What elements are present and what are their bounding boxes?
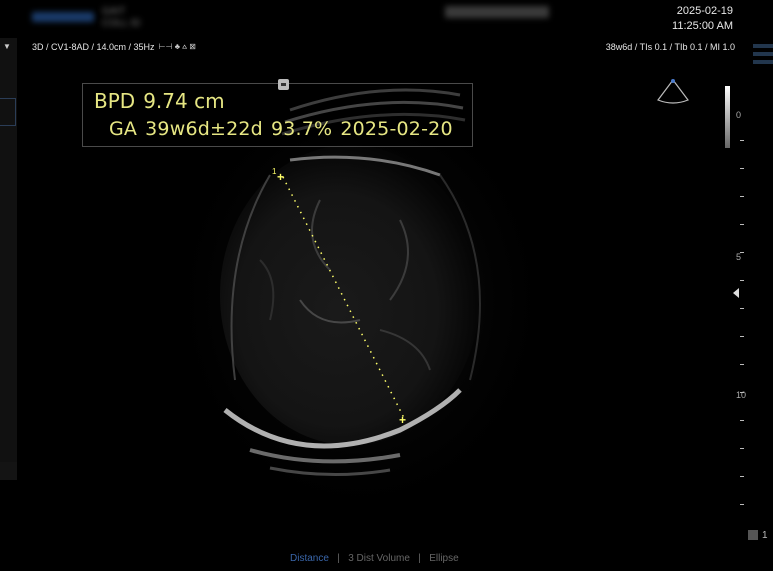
probe-fan-icon xyxy=(657,79,689,104)
tab-distance[interactable]: Distance xyxy=(290,553,329,564)
dropdown-arrow-icon[interactable]: ▼ xyxy=(3,42,11,51)
depth-tick xyxy=(740,448,744,449)
bottom-right-value: 1 xyxy=(762,530,768,541)
caliper-number: 1 xyxy=(272,167,277,176)
patient-id: COLL ID xyxy=(102,18,141,29)
exam-datetime: 2025-02-19 11:25:00 AM xyxy=(672,4,733,34)
depth-tick xyxy=(740,420,744,421)
depth-tick xyxy=(740,196,744,197)
tab-separator: | xyxy=(337,553,340,564)
lock-icon[interactable] xyxy=(278,79,289,90)
ga-value: 39w6d±22d xyxy=(145,118,263,140)
bpd-label: BPD xyxy=(94,89,136,113)
probe-info: 3D / CV1-8AD / 14.0cm / 35Hz xyxy=(32,42,155,52)
exam-date: 2025-02-19 xyxy=(676,5,733,17)
right-edge-indicators xyxy=(749,38,773,78)
ga-percent: 93.7% xyxy=(270,118,333,140)
tab-3-dist-volume[interactable]: 3 Dist Volume xyxy=(348,553,410,564)
depth-tick xyxy=(740,392,744,393)
depth-tick xyxy=(740,364,744,365)
depth-tick xyxy=(740,252,744,253)
ga-edd: 2025-02-20 xyxy=(340,118,453,140)
depth-label-5: 5 xyxy=(736,252,742,262)
hospital-name xyxy=(445,6,549,18)
measurement-result-box[interactable]: BPD 9.74 cm GA 39w6d±22d 93.7% 2025-02-20 xyxy=(82,83,473,147)
measurement-tabs: Distance | 3 Dist Volume | Ellipse xyxy=(290,553,459,564)
exam-time: 11:25:00 AM xyxy=(672,20,733,32)
probe-status-bar: 3D / CV1-8AD / 14.0cm / 35Hz ⊢⊣ ♣ ⩟ ⊠ 38… xyxy=(0,40,773,56)
caliper-cross-icon[interactable]: + xyxy=(399,414,406,426)
mode-icons: ⊢⊣ ♣ ⩟ ⊠ xyxy=(158,42,196,51)
square-icon xyxy=(748,530,758,541)
depth-label-0: 0 xyxy=(736,110,742,120)
depth-tick xyxy=(740,224,744,225)
left-panel: ▼ xyxy=(0,38,17,480)
left-panel-bottom[interactable] xyxy=(0,462,17,480)
bottom-right-indicator[interactable]: 1 xyxy=(748,530,768,541)
depth-tick xyxy=(740,280,744,281)
depth-tick xyxy=(740,504,744,505)
safety-indices: 38w6d / TIs 0.1 / TIb 0.1 / MI 1.0 xyxy=(605,42,735,52)
grayscale-bar xyxy=(725,86,730,148)
depth-tick xyxy=(740,308,744,309)
bpd-value: 9.74 cm xyxy=(143,89,225,113)
depth-tick xyxy=(740,140,744,141)
left-panel-tab[interactable] xyxy=(0,98,16,126)
ga-label: GA xyxy=(109,118,138,140)
depth-tick xyxy=(740,168,744,169)
focus-marker-icon[interactable] xyxy=(733,288,739,298)
tab-separator: | xyxy=(418,553,421,564)
patient-name: GAIT xyxy=(102,6,126,17)
patient-info: GAIT COLL ID xyxy=(102,6,141,30)
caliper-cross-icon[interactable]: + xyxy=(277,171,284,183)
depth-tick xyxy=(740,476,744,477)
device-logo xyxy=(32,12,94,22)
depth-tick xyxy=(740,336,744,337)
tab-ellipse[interactable]: Ellipse xyxy=(429,553,458,564)
